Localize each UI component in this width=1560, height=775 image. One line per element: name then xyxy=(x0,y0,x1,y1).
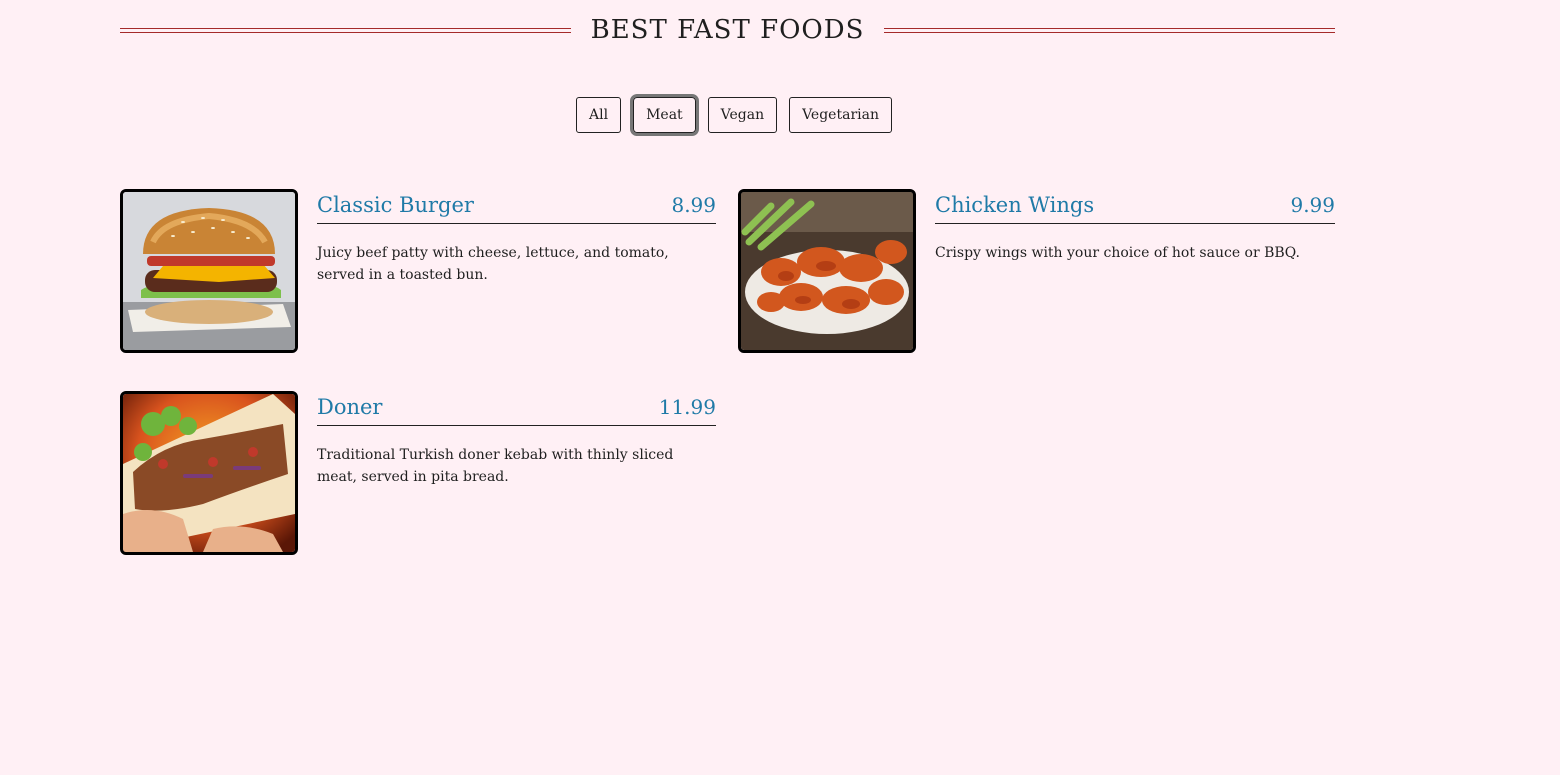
menu-item-name: Chicken Wings xyxy=(935,193,1095,217)
doner-photo xyxy=(120,391,298,555)
filter-all-button[interactable]: All xyxy=(576,97,622,133)
menu-item-header: Doner 11.99 xyxy=(317,391,716,426)
menu-item-description: Crispy wings with your choice of hot sau… xyxy=(935,245,1300,261)
page-title: BEST FAST FOODS xyxy=(590,15,865,45)
menu-item: Doner 11.99 Traditional Turkish doner ke… xyxy=(120,391,716,555)
menu-grid: Classic Burger 8.99 Juicy beef patty wit… xyxy=(120,189,1335,555)
menu-item-description: Traditional Turkish doner kebab with thi… xyxy=(317,447,674,485)
menu-item-info: Doner 11.99 Traditional Turkish doner ke… xyxy=(317,391,716,488)
menu-page: BEST FAST FOODS All Meat Vegan Vegetaria… xyxy=(0,0,1560,775)
title-rule-right xyxy=(884,27,1335,33)
menu-item-header: Chicken Wings 9.99 xyxy=(935,189,1335,224)
menu-item: Chicken Wings 9.99 Crispy wings with you… xyxy=(738,189,1335,353)
menu-item-description: Juicy beef patty with cheese, lettuce, a… xyxy=(317,245,669,283)
filter-vegetarian-button[interactable]: Vegetarian xyxy=(789,97,892,133)
menu-item-info: Classic Burger 8.99 Juicy beef patty wit… xyxy=(317,189,716,286)
menu-item-name: Classic Burger xyxy=(317,193,474,217)
filter-vegan-button[interactable]: Vegan xyxy=(707,97,778,133)
menu-item-header: Classic Burger 8.99 xyxy=(317,189,716,224)
title-rule-left xyxy=(120,27,571,33)
menu-item-name: Doner xyxy=(317,395,383,419)
menu-item-price: 9.99 xyxy=(1290,193,1335,217)
menu-item-price: 11.99 xyxy=(658,395,716,419)
section-title-row: BEST FAST FOODS xyxy=(120,10,1335,50)
chicken-wings-photo xyxy=(738,189,916,353)
menu-item-info: Chicken Wings 9.99 Crispy wings with you… xyxy=(935,189,1335,264)
menu-item: Classic Burger 8.99 Juicy beef patty wit… xyxy=(120,189,716,353)
filter-meat-button[interactable]: Meat xyxy=(630,94,699,136)
burger-photo xyxy=(120,189,298,353)
menu-item-price: 8.99 xyxy=(671,193,716,217)
category-filters: All Meat Vegan Vegetarian xyxy=(0,94,1468,136)
